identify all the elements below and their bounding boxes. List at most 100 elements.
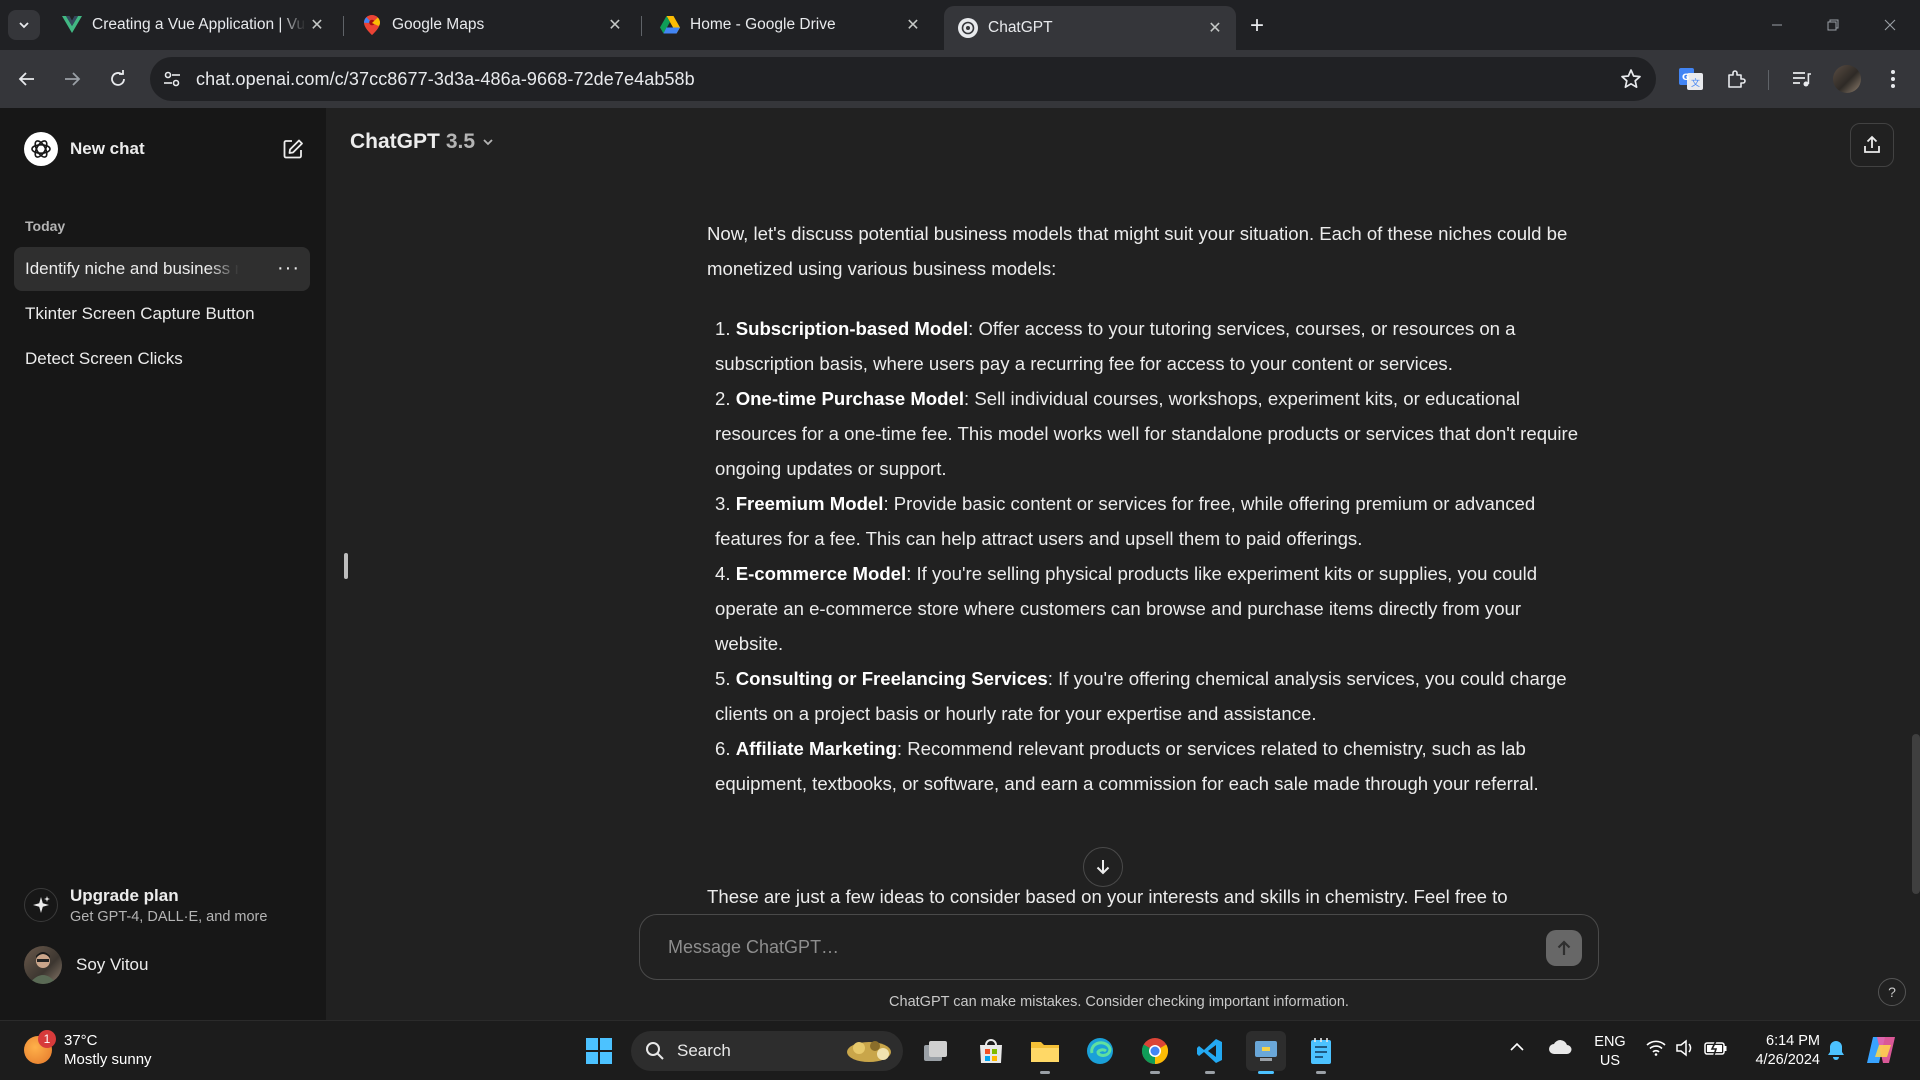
chrome-button[interactable] (1135, 1031, 1175, 1074)
openai-logo-icon (24, 132, 58, 166)
notification-bell-icon[interactable] (1827, 1040, 1845, 1060)
running-indicator (1205, 1071, 1215, 1074)
tab-vue[interactable]: Creating a Vue Application | Vue.js ✕ (48, 8, 338, 42)
taskbar-search[interactable]: Search (631, 1031, 903, 1071)
item-number: 4. (715, 563, 731, 584)
arrow-left-icon (18, 72, 34, 86)
kebab-menu-icon (1891, 70, 1895, 88)
onedrive-icon[interactable] (1548, 1039, 1572, 1055)
more-options-icon[interactable]: ··· (277, 257, 300, 280)
item-title: Freemium Model (735, 493, 884, 514)
region-code: US (1599, 1053, 1621, 1069)
restore-button[interactable] (1813, 10, 1853, 40)
clock[interactable]: 6:14 PM 4/26/2024 (1740, 1032, 1820, 1070)
back-button[interactable] (12, 64, 42, 94)
reload-button[interactable] (103, 64, 133, 94)
upgrade-plan-button[interactable]: Upgrade plan Get GPT-4, DALL·E, and more (14, 876, 312, 934)
google-translate-button[interactable]: G文 (1676, 64, 1706, 94)
browser-menu-button[interactable] (1878, 64, 1908, 94)
share-button[interactable] (1850, 123, 1894, 167)
volume-icon[interactable] (1675, 1039, 1695, 1057)
history-item-title: Identify niche and business models (25, 259, 239, 278)
user-menu-button[interactable]: Soy Vitou (14, 940, 312, 990)
scroll-to-bottom-button[interactable] (1083, 847, 1123, 887)
notepad-button[interactable] (1301, 1031, 1341, 1074)
running-indicator (1150, 1071, 1160, 1074)
history-item[interactable]: Detect Screen Clicks (14, 337, 310, 381)
close-icon (1884, 19, 1896, 31)
show-hidden-icons-button[interactable] (1509, 1039, 1525, 1055)
chat-main: ChatGPT 3.5 Now, let's discuss potential… (326, 108, 1920, 1020)
message-input[interactable]: Message ChatGPT… (668, 937, 839, 958)
close-icon[interactable]: ✕ (902, 14, 924, 36)
clock-date: 4/26/2024 (1755, 1052, 1820, 1068)
chevron-up-icon (1510, 1042, 1524, 1051)
forward-button[interactable] (57, 64, 87, 94)
arrow-up-icon (1557, 940, 1571, 955)
site-info-icon[interactable] (162, 69, 182, 89)
search-highlight-icon (847, 1041, 891, 1062)
python-app-button[interactable] (1246, 1031, 1286, 1074)
edge-button[interactable] (1080, 1031, 1120, 1071)
edge-icon (1087, 1038, 1113, 1064)
item-title: Consulting or Freelancing Services (735, 668, 1048, 689)
compose-icon[interactable] (282, 138, 304, 160)
task-view-button[interactable] (916, 1031, 956, 1071)
chrome-icon (1141, 1038, 1169, 1065)
playlist-icon (1793, 72, 1811, 87)
vscode-button[interactable] (1190, 1031, 1230, 1074)
minimize-button[interactable] (1757, 10, 1797, 40)
address-bar[interactable]: chat.openai.com/c/37cc8677-3d3a-486a-966… (150, 57, 1656, 101)
item-title: E-commerce Model (735, 563, 907, 584)
model-selector[interactable]: ChatGPT 3.5 (350, 130, 495, 154)
upgrade-plan-title: Upgrade plan (70, 885, 179, 905)
new-tab-button[interactable]: + (1243, 12, 1271, 40)
item-number: 1. (715, 318, 731, 339)
assistant-message: Now, let's discuss potential business mo… (707, 216, 1587, 801)
message-composer[interactable]: Message ChatGPT… (639, 914, 1599, 980)
weather-widget[interactable]: 1 37°C Mostly sunny (24, 1030, 152, 1069)
tab-search-button[interactable] (8, 10, 40, 40)
tab-google-drive[interactable]: Home - Google Drive ✕ (646, 8, 934, 42)
clock-time: 6:14 PM (1766, 1033, 1820, 1049)
running-indicator (1040, 1071, 1050, 1074)
sidebar-resize-handle[interactable] (344, 553, 348, 579)
item-number: 6. (715, 738, 731, 759)
close-icon[interactable]: ✕ (306, 14, 328, 36)
tab-google-maps[interactable]: Google Maps ✕ (348, 8, 636, 42)
avatar (24, 946, 62, 984)
svg-text:文: 文 (1691, 77, 1700, 89)
send-button[interactable] (1546, 930, 1582, 966)
item-number: 2. (715, 388, 731, 409)
copilot-icon[interactable] (1865, 1035, 1897, 1065)
restore-icon (1827, 19, 1839, 31)
upgrade-plan-subtitle: Get GPT-4, DALL·E, and more (70, 908, 268, 925)
file-explorer-button[interactable] (1025, 1031, 1065, 1074)
list-item: 2. One-time Purchase Model: Sell individ… (715, 381, 1587, 486)
close-window-button[interactable] (1870, 10, 1910, 40)
profile-button[interactable] (1832, 64, 1862, 94)
wifi-icon[interactable] (1646, 1040, 1666, 1056)
item-number: 5. (715, 668, 731, 689)
weather-condition: Mostly sunny (64, 1051, 152, 1068)
close-icon[interactable]: ✕ (1204, 17, 1226, 39)
business-model-list: 1. Subscription-based Model: Offer acces… (707, 311, 1587, 801)
history-item[interactable]: Identify niche and business models ··· (14, 247, 310, 291)
arrow-right-icon (65, 72, 81, 86)
tab-chatgpt[interactable]: ChatGPT ✕ (944, 6, 1236, 50)
start-button[interactable] (579, 1031, 619, 1071)
help-button[interactable]: ? (1878, 978, 1906, 1006)
bookmark-star-icon[interactable] (1620, 68, 1642, 90)
extensions-button[interactable] (1721, 64, 1751, 94)
microsoft-store-button[interactable] (971, 1031, 1011, 1071)
scrollbar-thumb[interactable] (1912, 734, 1920, 894)
battery-icon[interactable] (1704, 1040, 1728, 1056)
share-icon (1864, 135, 1880, 153)
close-icon[interactable]: ✕ (604, 14, 626, 36)
translate-icon: G文 (1679, 68, 1703, 90)
language-indicator[interactable]: ENG US (1590, 1033, 1630, 1071)
media-controls-button[interactable] (1787, 64, 1817, 94)
new-chat-button[interactable]: New chat (14, 126, 312, 172)
list-item: 6. Affiliate Marketing: Recommend releva… (715, 731, 1587, 801)
history-item[interactable]: Tkinter Screen Capture Button (14, 292, 310, 336)
